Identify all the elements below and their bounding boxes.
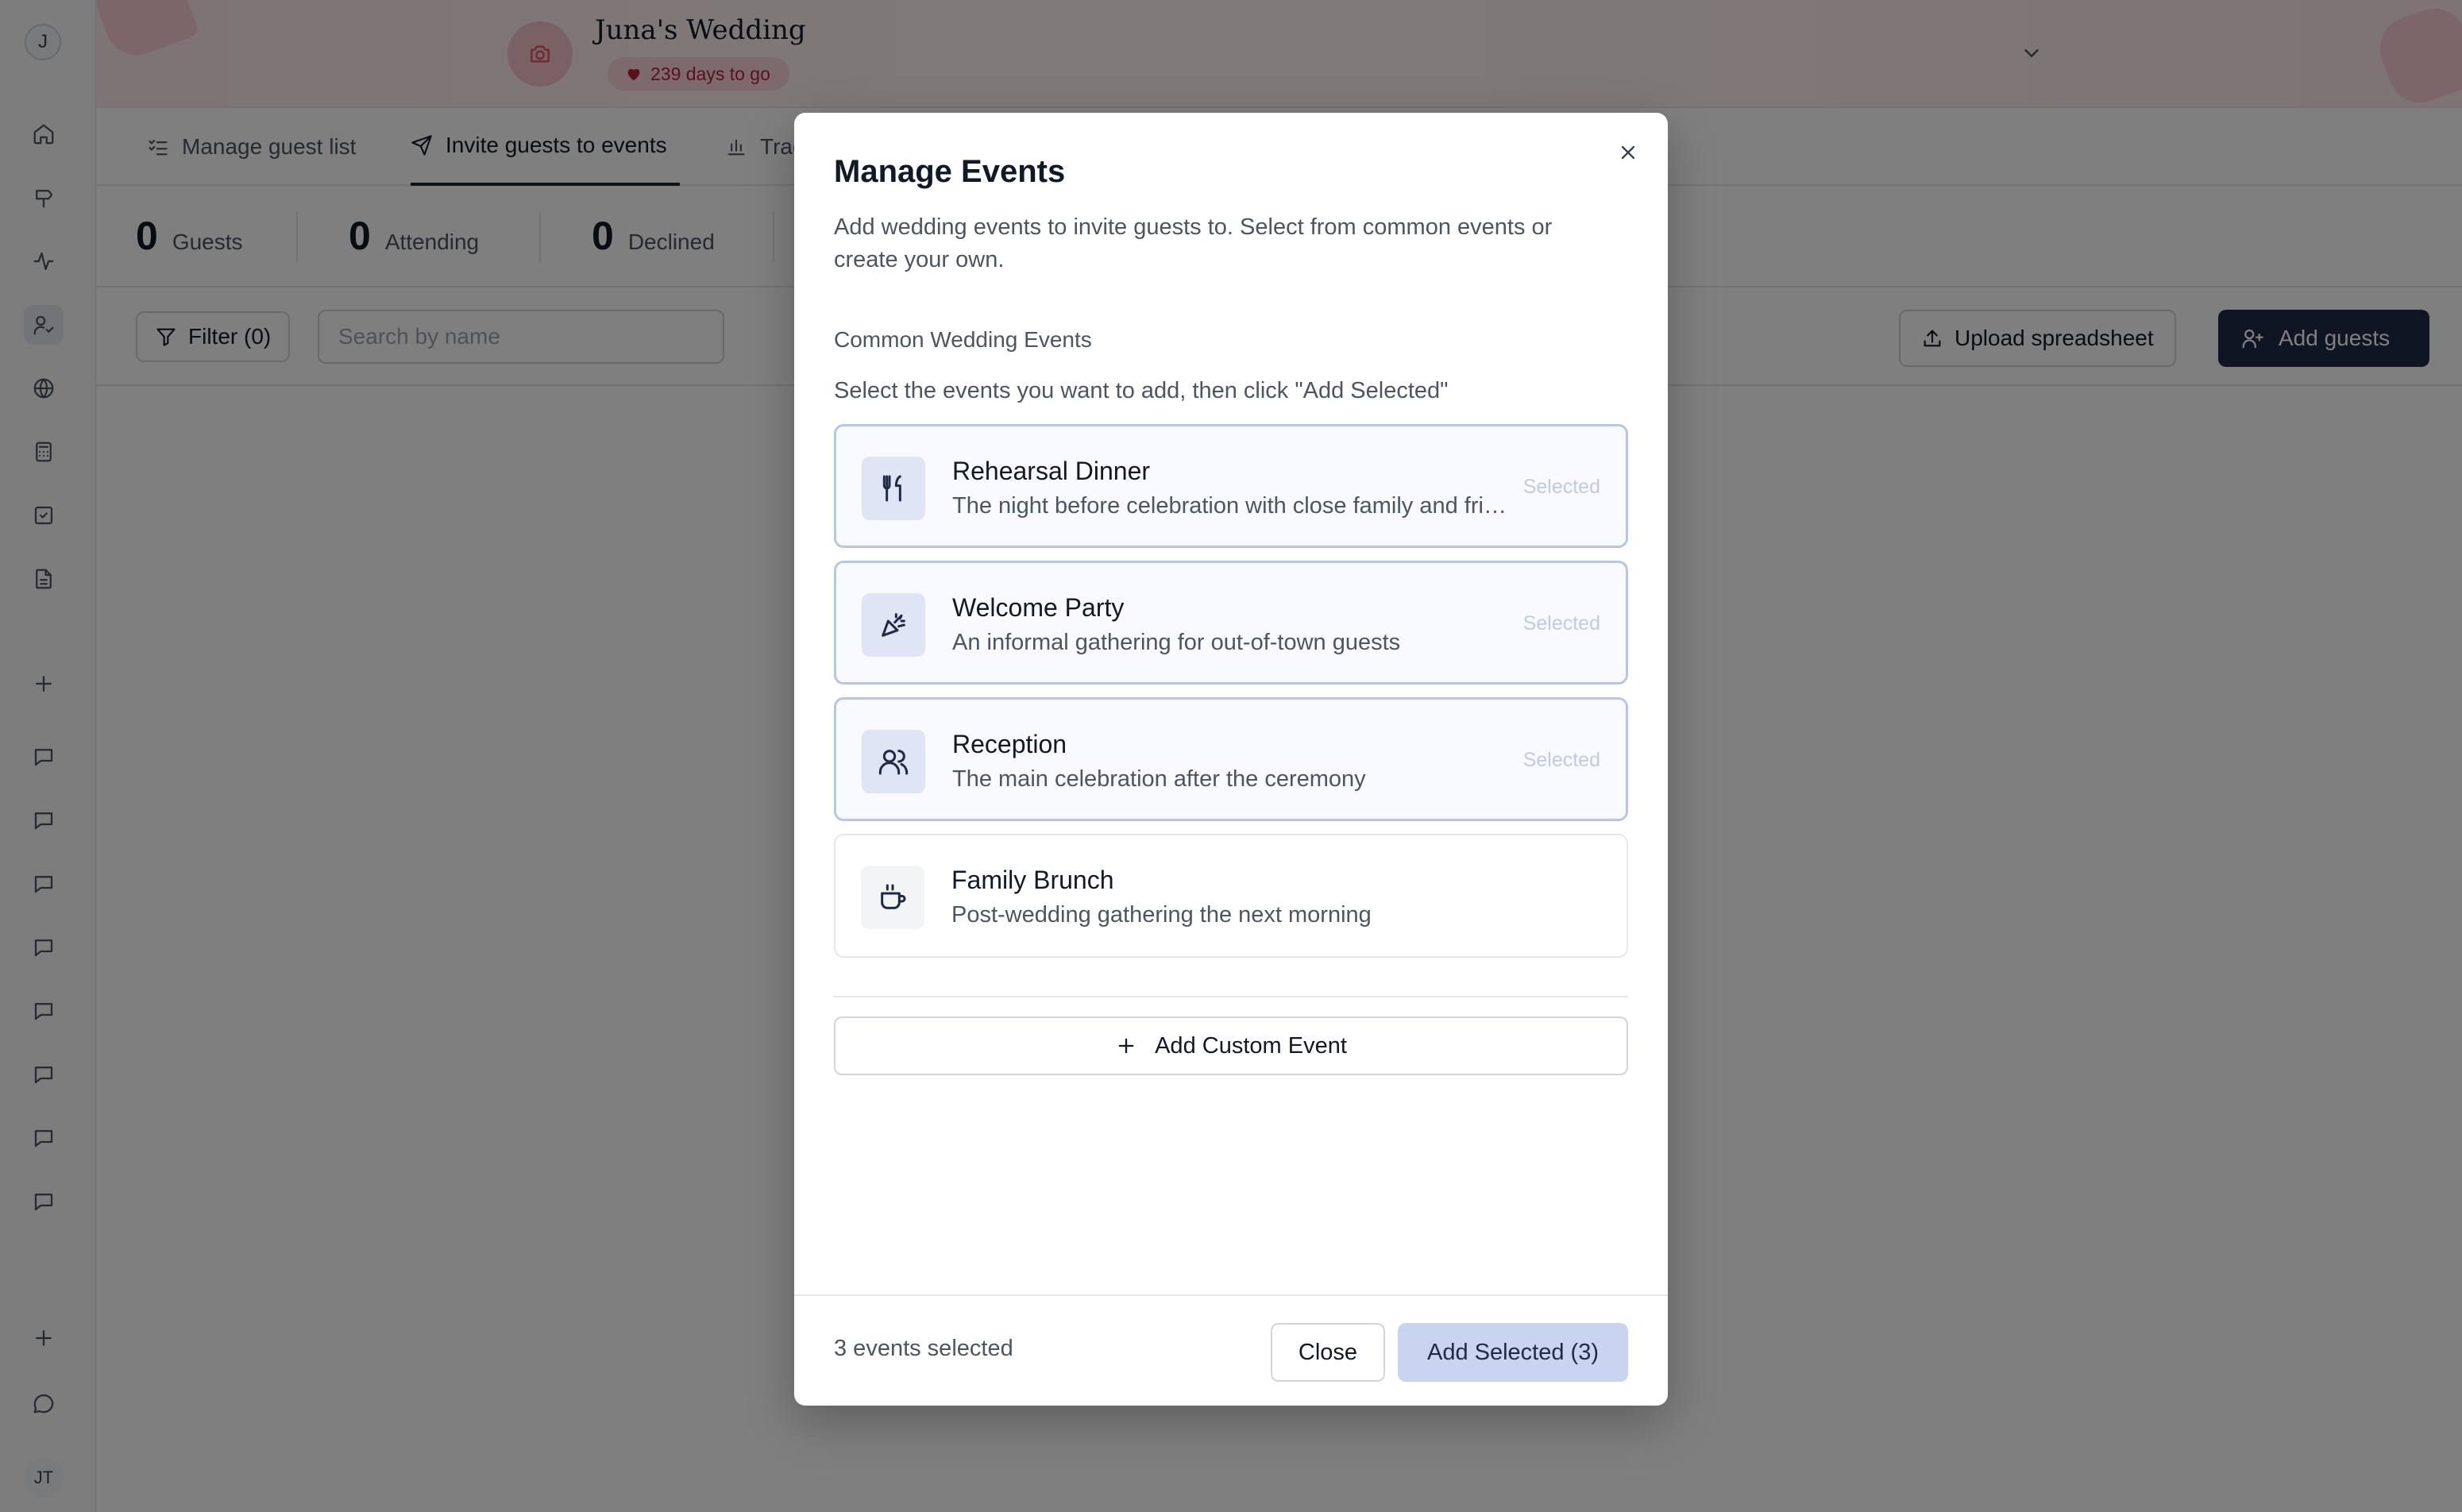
event-selected-label: Selected — [1522, 476, 1600, 498]
dialog-title: Manage Events — [834, 154, 1066, 189]
event-description: An informal gathering for out-of-town gu… — [952, 630, 1401, 655]
add-custom-label: Add Custom Event — [1155, 1032, 1347, 1059]
close-icon[interactable] — [1612, 137, 1644, 168]
event-name: Family Brunch — [951, 866, 1114, 894]
close-button[interactable]: Close — [1271, 1323, 1385, 1382]
add-selected-button[interactable]: Add Selected (3) — [1398, 1323, 1628, 1382]
event-selected-label: Selected — [1522, 612, 1600, 634]
section-hint: Select the events you want to add, then … — [834, 378, 1449, 403]
event-card-reception[interactable]: Reception The main celebration after the… — [834, 697, 1628, 821]
event-name: Welcome Party — [952, 593, 1125, 622]
add-custom-event-button[interactable]: Add Custom Event — [834, 1016, 1628, 1075]
dialog-description: Add wedding events to invite guests to. … — [834, 214, 1553, 272]
users-icon — [862, 730, 925, 793]
event-name: Reception — [952, 730, 1067, 758]
party-popper-icon — [862, 593, 925, 657]
coffee-icon — [861, 866, 924, 929]
utensils-icon — [862, 457, 925, 520]
plus-icon — [1115, 1035, 1137, 1057]
divider — [834, 996, 1628, 997]
event-description: The night before celebration with close … — [952, 493, 1508, 519]
event-description: Post-wedding gathering the next morning — [951, 902, 1372, 928]
dialog-footer: 3 events selected Close Add Selected (3) — [794, 1294, 1668, 1406]
event-card-welcome-party[interactable]: Welcome Party An informal gathering for … — [834, 561, 1628, 685]
section-label: Common Wedding Events — [834, 327, 1092, 352]
event-card-family-brunch[interactable]: Family Brunch Post-wedding gathering the… — [834, 834, 1628, 958]
event-card-rehearsal-dinner[interactable]: Rehearsal Dinner The night before celebr… — [834, 424, 1628, 548]
manage-events-dialog: Manage Events Add wedding events to invi… — [794, 113, 1668, 1406]
event-description: The main celebration after the ceremony — [952, 766, 1366, 792]
event-selected-label: Selected — [1522, 749, 1600, 771]
selected-count: 3 events selected — [834, 1336, 1013, 1361]
event-name: Rehearsal Dinner — [952, 457, 1151, 485]
